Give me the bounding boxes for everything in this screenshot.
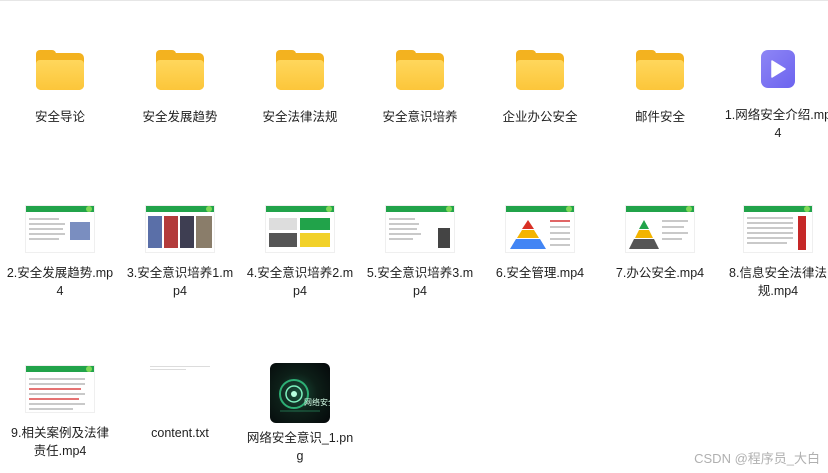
video-item[interactable]: 4.安全意识培养2.mp4 — [244, 206, 356, 300]
file-label: 企业办公安全 — [502, 110, 578, 124]
folder-item[interactable]: 企业办公安全 — [484, 50, 596, 126]
video-thumbnail — [26, 206, 94, 252]
video-item[interactable]: 6.安全管理.mp4 — [484, 206, 596, 282]
file-label: 安全意识培养 — [382, 110, 458, 124]
folder-icon — [396, 50, 444, 90]
video-item[interactable]: 5.安全意识培养3.mp4 — [364, 206, 476, 300]
file-label: 3.安全意识培养1.mp4 — [126, 266, 234, 298]
video-thumbnail — [26, 366, 94, 412]
file-label: 网络安全意识_1.png — [246, 431, 354, 463]
watermark-text: CSDN @程序员_大白 — [694, 451, 820, 466]
image-thumbnail: 网络安全 — [270, 363, 330, 423]
file-label: 安全导论 — [34, 110, 85, 124]
image-file-item[interactable]: 网络安全 网络安全意识_1.png — [244, 363, 356, 465]
video-thumbnail — [744, 206, 812, 252]
video-thumbnail — [626, 206, 694, 252]
folder-icon — [276, 50, 324, 90]
video-thumbnail — [146, 206, 214, 252]
top-divider — [0, 0, 828, 1]
video-file-icon — [761, 50, 795, 88]
file-label: 7.办公安全.mp4 — [615, 266, 705, 280]
folder-item[interactable]: 安全法律法规 — [244, 50, 356, 126]
folder-item[interactable]: 安全导论 — [4, 50, 116, 126]
text-file-icon — [150, 366, 210, 410]
file-label: 8.信息安全法律法规.mp4 — [729, 266, 827, 298]
folder-item[interactable]: 邮件安全 — [604, 50, 716, 126]
video-item[interactable]: 3.安全意识培养1.mp4 — [124, 206, 236, 300]
file-label: 4.安全意识培养2.mp4 — [246, 266, 354, 298]
file-label: 安全法律法规 — [262, 110, 338, 124]
file-label: 2.安全发展趋势.mp4 — [6, 266, 114, 298]
video-item[interactable]: 2.安全发展趋势.mp4 — [4, 206, 116, 300]
file-label: 1.网络安全介绍.mp4 — [724, 108, 828, 140]
video-item[interactable]: 9.相关案例及法律责任.mp4 — [4, 366, 116, 460]
video-item[interactable]: 1.网络安全介绍.mp4 — [722, 50, 828, 142]
text-file-item[interactable]: content.txt — [124, 366, 236, 442]
file-label: 9.相关案例及法律责任.mp4 — [11, 426, 109, 458]
folder-icon — [636, 50, 684, 90]
file-label: 5.安全意识培养3.mp4 — [366, 266, 474, 298]
file-label: 邮件安全 — [634, 110, 685, 124]
folder-icon — [516, 50, 564, 90]
video-thumbnail — [386, 206, 454, 252]
folder-item[interactable]: 安全发展趋势 — [124, 50, 236, 126]
folder-item[interactable]: 安全意识培养 — [364, 50, 476, 126]
video-thumbnail — [506, 206, 574, 252]
folder-icon — [156, 50, 204, 90]
folder-icon — [36, 50, 84, 90]
video-item[interactable]: 7.办公安全.mp4 — [604, 206, 716, 282]
video-item[interactable]: 8.信息安全法律法规.mp4 — [722, 206, 828, 300]
image-overlay-text: 网络安全 — [304, 398, 330, 407]
video-thumbnail — [266, 206, 334, 252]
file-label: 安全发展趋势 — [142, 110, 218, 124]
file-label: 6.安全管理.mp4 — [495, 266, 585, 280]
file-label: content.txt — [151, 426, 209, 440]
